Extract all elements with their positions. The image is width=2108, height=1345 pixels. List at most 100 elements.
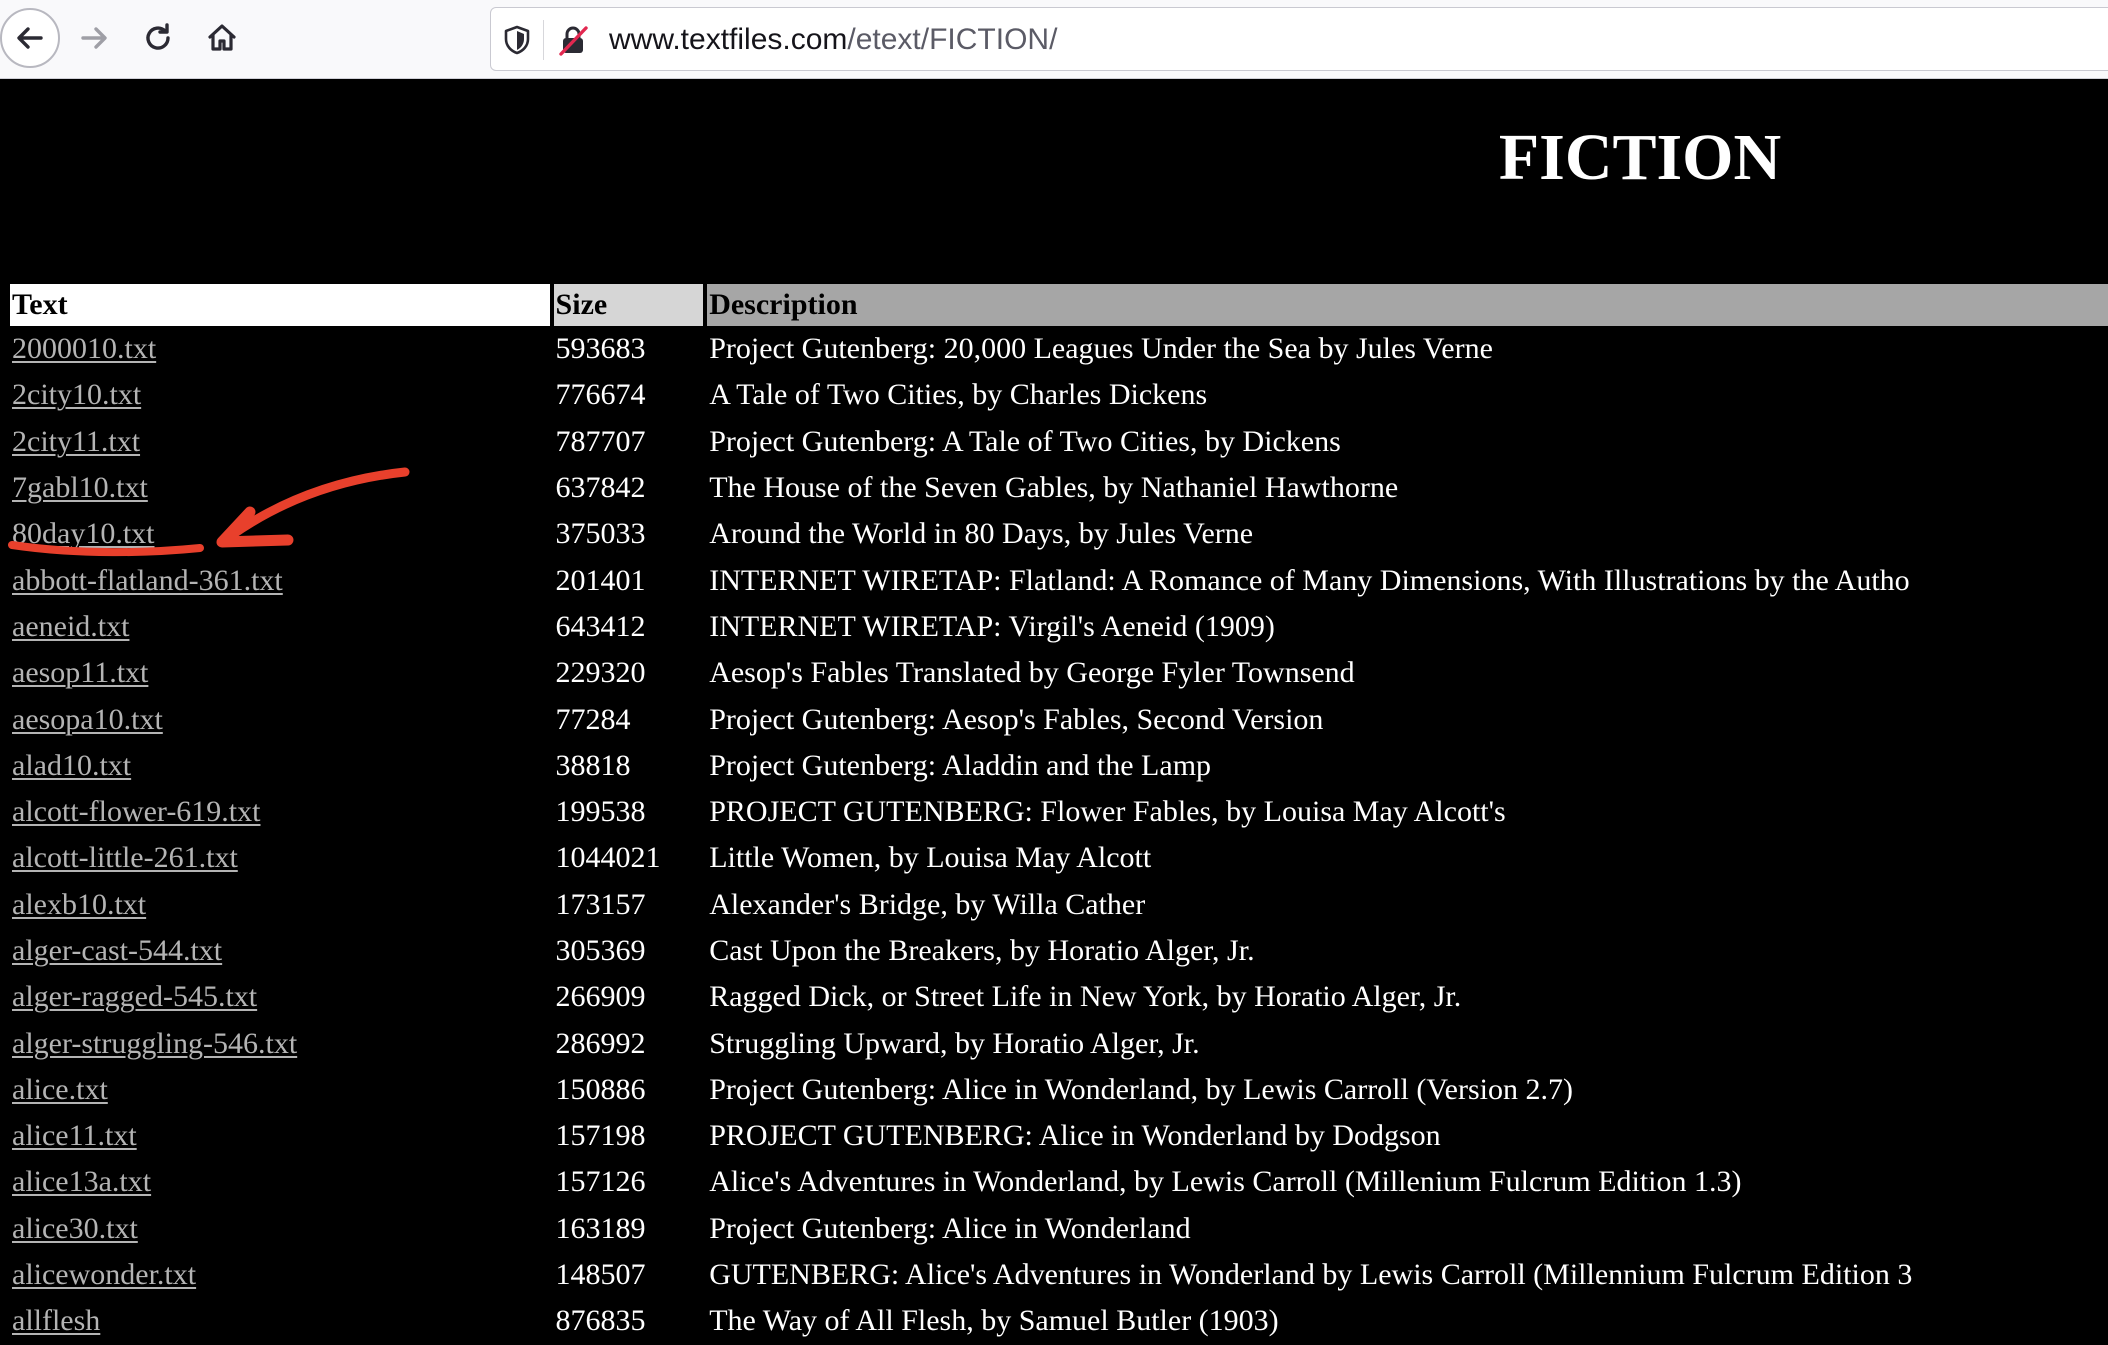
- file-cell: alcott-little-261.txt: [10, 835, 552, 881]
- file-cell: 2000010.txt: [10, 326, 552, 372]
- table-row: alice30.txt 163189 Project Gutenberg: Alic…: [10, 1206, 2108, 1252]
- file-link[interactable]: alcott-flower-619.txt: [12, 795, 260, 828]
- file-size: 876835: [555, 1304, 646, 1338]
- table-row: 2city10.txt 776674 A Tale of Two Cities, b…: [10, 372, 2108, 418]
- file-size: 148507: [555, 1258, 646, 1292]
- file-link[interactable]: alice.txt: [12, 1073, 108, 1106]
- file-link[interactable]: alcott-little-261.txt: [12, 841, 238, 874]
- file-cell: alger-cast-544.txt: [10, 928, 552, 974]
- file-description: GUTENBERG: Alice's Adventures in Wonderl…: [709, 1258, 1913, 1292]
- table-row: aeneid.txt 643412 INTERNET WIRETAP: Virgil…: [10, 604, 2108, 650]
- reload-button[interactable]: [128, 8, 188, 68]
- file-link[interactable]: alicewonder.txt: [12, 1258, 196, 1291]
- table-row: alger-cast-544.txt 305369 Cast Upon the Br…: [10, 928, 2108, 974]
- home-icon: [208, 24, 236, 51]
- file-link[interactable]: alice30.txt: [12, 1212, 138, 1245]
- table-row: alice11.txt 157198 PROJECT GUTENBERG: Alic…: [10, 1113, 2108, 1159]
- file-description: Project Gutenberg: 20,000 Leagues Under …: [709, 332, 1493, 366]
- file-listing-table: Text Size Description 2000010.txt 593683 P…: [10, 284, 2108, 1345]
- file-description: The Way of All Flesh, by Samuel Butler (…: [709, 1304, 1279, 1338]
- file-cell: alice13a.txt: [10, 1159, 552, 1205]
- file-cell: alcott-flower-619.txt: [10, 789, 552, 835]
- file-cell: aesopa10.txt: [10, 696, 552, 742]
- back-button[interactable]: [0, 8, 60, 68]
- url-text[interactable]: www.textfiles.com/etext/FICTION/: [609, 8, 1057, 72]
- file-size: 163189: [555, 1211, 646, 1245]
- file-size: 157126: [555, 1165, 646, 1199]
- file-description: Project Gutenberg: Alice in Wonderland, …: [709, 1072, 1573, 1106]
- file-description: Around the World in 80 Days, by Jules Ve…: [709, 517, 1254, 551]
- file-size: 305369: [555, 934, 646, 967]
- file-link[interactable]: aesop11.txt: [12, 656, 148, 689]
- file-link[interactable]: alice11.txt: [12, 1119, 137, 1152]
- file-link[interactable]: alger-struggling-546.txt: [12, 1027, 297, 1060]
- file-size: 1044021: [555, 841, 661, 875]
- file-cell: alicewonder.txt: [10, 1252, 552, 1298]
- file-description: A Tale of Two Cities, by Charles Dickens: [709, 378, 1208, 412]
- file-cell: 7gabl10.txt: [10, 465, 552, 511]
- table-row: alger-ragged-545.txt 266909 Ragged Dick, o…: [10, 974, 2108, 1020]
- table-row: aesop11.txt 229320 Aesop's Fables Translat…: [10, 650, 2108, 696]
- file-size: 593683: [555, 332, 646, 366]
- table-row: alicewonder.txt 148507 GUTENBERG: Alice's …: [10, 1252, 2108, 1298]
- file-link[interactable]: allflesh: [12, 1304, 100, 1337]
- file-size: 157198: [555, 1119, 646, 1153]
- file-description: Project Gutenberg: Aladdin and the Lamp: [709, 748, 1212, 782]
- address-bar[interactable]: www.textfiles.com/etext/FICTION/: [490, 7, 2108, 71]
- file-link[interactable]: alice13a.txt: [12, 1165, 151, 1198]
- browser-toolbar: www.textfiles.com/etext/FICTION/: [0, 0, 2108, 79]
- file-cell: aesop11.txt: [10, 650, 552, 696]
- url-domain: www.textfiles.com: [609, 23, 848, 56]
- file-description: PROJECT GUTENBERG: Flower Fables, by Lou…: [709, 795, 1506, 829]
- file-link[interactable]: abbott-flatland-361.txt: [12, 564, 283, 597]
- file-link[interactable]: 7gabl10.txt: [12, 471, 148, 504]
- table-row: alad10.txt 38818 Project Gutenberg: Aladdi…: [10, 743, 2108, 789]
- column-header-size: Size: [549, 284, 706, 326]
- file-size: 375033: [555, 517, 646, 551]
- shield-icon[interactable]: [501, 24, 533, 56]
- home-button[interactable]: [192, 8, 252, 68]
- file-description: INTERNET WIRETAP: Virgil's Aeneid (1909): [709, 609, 1275, 643]
- file-link[interactable]: alexb10.txt: [12, 888, 146, 921]
- file-link[interactable]: 2city11.txt: [12, 425, 140, 458]
- insecure-lock-icon[interactable]: [557, 24, 589, 56]
- file-description: Cast Upon the Breakers, by Horatio Alger…: [709, 934, 1255, 967]
- file-size: 77284: [555, 702, 631, 736]
- file-description: Project Gutenberg: Aesop's Fables, Secon…: [709, 702, 1324, 736]
- file-link[interactable]: aesopa10.txt: [12, 703, 163, 736]
- table-row: alcott-little-261.txt 1044021 Little Women…: [10, 835, 2108, 881]
- file-link[interactable]: alad10.txt: [12, 749, 131, 782]
- reload-icon: [146, 23, 170, 50]
- table-row: alger-struggling-546.txt 286992 Struggling…: [10, 1020, 2108, 1066]
- file-description: The House of the Seven Gables, by Nathan…: [709, 471, 1399, 505]
- file-link[interactable]: 2city10.txt: [12, 378, 141, 411]
- column-header-text: Text: [10, 284, 552, 326]
- file-size: 201401: [555, 563, 646, 597]
- column-header-description: Description: [703, 284, 2108, 326]
- file-cell: alice11.txt: [10, 1113, 552, 1159]
- file-size: 643412: [555, 609, 646, 643]
- file-description: Little Women, by Louisa May Alcott: [709, 841, 1152, 875]
- file-cell: alice.txt: [10, 1067, 552, 1113]
- arrow-right-icon: [81, 27, 107, 49]
- table-row: alcott-flower-619.txt 199538 PROJECT GUTEN…: [10, 789, 2108, 835]
- table-row: 7gabl10.txt 637842 The House of the Seven …: [10, 465, 2108, 511]
- file-size: 38818: [555, 748, 631, 782]
- file-size: 776674: [555, 378, 646, 412]
- table-row: alice.txt 150886 Project Gutenberg: Alice …: [10, 1067, 2108, 1113]
- file-link[interactable]: 80day10.txt: [12, 517, 155, 550]
- file-cell: alad10.txt: [10, 743, 552, 789]
- file-description: Ragged Dick, or Street Life in New York,…: [709, 980, 1462, 1014]
- arrow-left-icon: [17, 27, 43, 49]
- file-link[interactable]: aeneid.txt: [12, 610, 129, 643]
- file-size: 150886: [555, 1072, 646, 1106]
- file-cell: allflesh: [10, 1298, 552, 1344]
- file-cell: alger-struggling-546.txt: [10, 1020, 552, 1066]
- file-link[interactable]: alger-ragged-545.txt: [12, 980, 257, 1013]
- table-row: 2city11.txt 787707 Project Gutenberg: A Ta…: [10, 419, 2108, 465]
- file-link[interactable]: alger-cast-544.txt: [12, 934, 222, 967]
- file-link[interactable]: 2000010.txt: [12, 332, 156, 365]
- file-description: Alexander's Bridge, by Willa Cather: [709, 887, 1146, 921]
- table-row: allflesh 876835 The Way of All Flesh, by S…: [10, 1298, 2108, 1344]
- forward-button[interactable]: [64, 8, 124, 68]
